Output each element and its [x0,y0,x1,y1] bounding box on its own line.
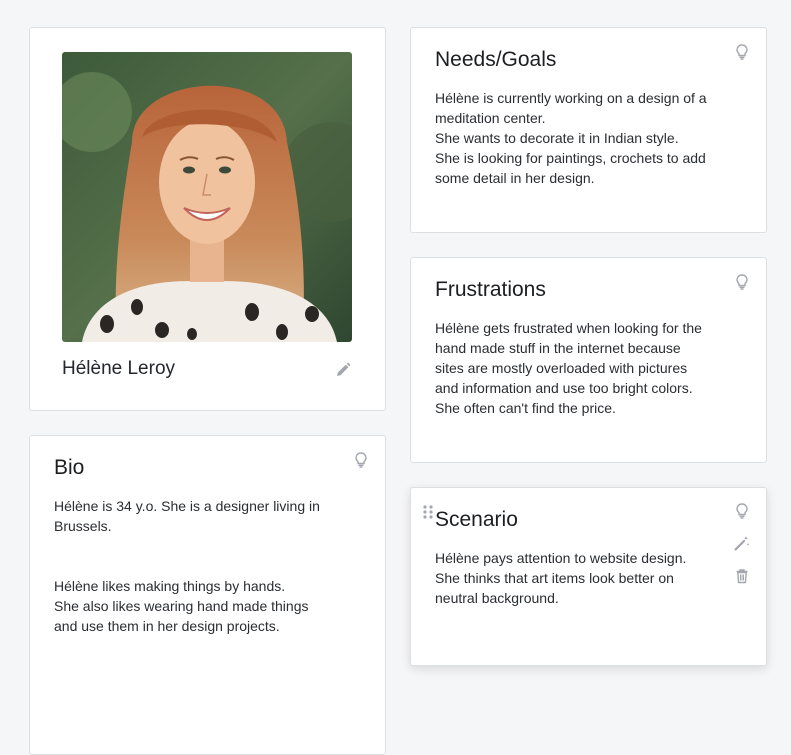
lightbulb-icon[interactable] [733,502,751,520]
lightbulb-icon[interactable] [733,273,751,291]
card-title: Scenario [435,508,518,531]
profile-photo [62,52,352,342]
card-title: Frustrations [435,278,546,301]
card-body-text: Hélène pays attention to website design.… [435,550,687,606]
card-body: Hélène gets frustrated when looking for … [435,318,745,418]
card-body-text: Hélène gets frustrated when looking for … [435,320,702,416]
card-body: Hélène is 34 y.o. She is a designer livi… [54,496,364,636]
drag-handle-icon[interactable] [422,504,434,520]
persona-name: Hélène Leroy [62,358,176,379]
card-body-text: Hélène is 34 y.o. She is a designer livi… [54,498,320,634]
magic-wand-icon[interactable] [733,534,751,552]
card-body: Hélène is currently working on a design … [435,88,745,188]
bio-card: Bio Hélène is 34 y.o. She is a designer … [29,435,386,755]
lightbulb-icon[interactable] [733,43,751,61]
needs-goals-card: Needs/Goals Hélène is currently working … [410,27,767,233]
frustrations-card: Frustrations Hélène gets frustrated when… [410,257,767,463]
pencil-icon[interactable] [334,361,352,379]
scenario-card: Scenario Hélène pays attention to websit… [410,487,767,666]
card-body: Hélène pays attention to website design.… [435,548,735,608]
lightbulb-icon[interactable] [352,451,370,469]
card-title: Bio [54,456,85,479]
profile-card: Hélène Leroy [29,27,386,411]
card-title: Needs/Goals [435,48,557,71]
card-body-text: Hélène is currently working on a design … [435,90,707,186]
trash-icon[interactable] [733,567,751,585]
